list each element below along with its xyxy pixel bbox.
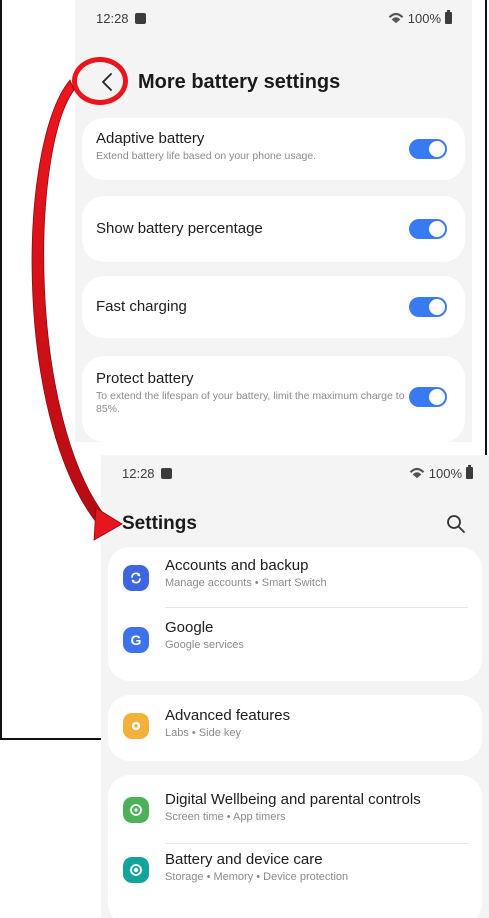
frame-line-bottom xyxy=(0,738,101,740)
settings-card-advanced: Advanced features Labs • Side key xyxy=(108,695,482,761)
wifi-signal-icon xyxy=(388,12,404,24)
settings-screen: 12:28 100% Settings Accounts and backup … xyxy=(101,455,489,918)
setting-label: Show battery percentage xyxy=(96,220,263,237)
page-title: Settings xyxy=(122,513,197,534)
notification-icon xyxy=(160,467,172,479)
wifi-signal-icon xyxy=(409,467,425,479)
status-bar: 12:28 100% xyxy=(75,0,472,36)
google-icon: G xyxy=(123,627,149,653)
adaptive-battery-toggle[interactable] xyxy=(409,139,447,159)
page-title: More battery settings xyxy=(138,70,341,93)
battery-icon xyxy=(466,465,473,479)
status-time: 12:28 xyxy=(96,10,129,26)
settings-item-label: Digital Wellbeing and parental controls xyxy=(165,791,421,808)
show-battery-percentage-toggle[interactable] xyxy=(409,219,447,239)
frame-line-left xyxy=(0,0,2,740)
settings-item-digital-wellbeing[interactable]: Digital Wellbeing and parental controls … xyxy=(108,781,482,837)
status-bar: 12:28 100% xyxy=(101,455,489,491)
settings-item-battery-device-care[interactable]: Battery and device care Storage • Memory… xyxy=(108,847,482,903)
wellbeing-icon xyxy=(123,797,149,823)
battery-icon xyxy=(445,10,452,24)
search-icon xyxy=(447,515,465,533)
settings-item-subtitle: Screen time • App timers xyxy=(165,811,286,823)
search-button[interactable] xyxy=(445,513,467,535)
settings-card-wellbeing-battery: Digital Wellbeing and parental controls … xyxy=(108,775,482,918)
gear-plus-icon xyxy=(123,713,149,739)
status-time: 12:28 xyxy=(122,465,155,481)
settings-item-label: Accounts and backup xyxy=(165,557,309,574)
settings-item-subtitle: Manage accounts • Smart Switch xyxy=(165,577,327,589)
settings-item-google[interactable]: G Google Google services xyxy=(108,611,482,667)
setting-card-fast-charging[interactable]: Fast charging xyxy=(82,276,465,338)
device-care-icon xyxy=(123,857,149,883)
settings-item-label: Advanced features xyxy=(165,707,291,724)
settings-item-label: Google xyxy=(165,619,214,636)
divider xyxy=(165,607,468,608)
settings-item-subtitle: Storage • Memory • Device protection xyxy=(165,871,349,883)
fast-charging-toggle[interactable] xyxy=(409,297,447,317)
highlight-circle-annotation xyxy=(72,57,128,105)
setting-card-adaptive-battery[interactable]: Adaptive battery Extend battery life bas… xyxy=(82,118,465,180)
setting-card-show-battery-percentage[interactable]: Show battery percentage xyxy=(82,196,465,262)
settings-item-subtitle: Labs • Side key xyxy=(165,727,242,739)
setting-card-protect-battery[interactable]: Protect battery To extend the lifespan o… xyxy=(82,356,465,442)
setting-label: Adaptive battery xyxy=(96,130,205,147)
google-glyph: G xyxy=(130,632,142,648)
divider xyxy=(165,843,468,844)
title-row: More battery settings xyxy=(75,62,472,102)
status-battery-text: 100% xyxy=(407,10,441,26)
battery-settings-screen: 12:28 100% More battery settings Adaptiv… xyxy=(75,0,472,442)
status-battery-text: 100% xyxy=(428,465,462,481)
settings-item-advanced-features[interactable]: Advanced features Labs • Side key xyxy=(108,699,482,755)
frame-line-right xyxy=(485,0,487,455)
protect-battery-toggle[interactable] xyxy=(409,387,447,407)
sync-icon xyxy=(123,565,149,591)
notification-icon xyxy=(134,12,146,24)
setting-description: To extend the lifespan of your battery, … xyxy=(96,390,405,415)
settings-item-label: Battery and device care xyxy=(165,851,323,868)
setting-label: Protect battery xyxy=(96,370,194,387)
settings-item-accounts-and-backup[interactable]: Accounts and backup Manage accounts • Sm… xyxy=(108,551,482,607)
setting-description: Extend battery life based on your phone … xyxy=(96,150,317,162)
settings-card-accounts-google: Accounts and backup Manage accounts • Sm… xyxy=(108,547,482,681)
setting-label: Fast charging xyxy=(96,298,187,315)
settings-item-subtitle: Google services xyxy=(165,639,244,651)
